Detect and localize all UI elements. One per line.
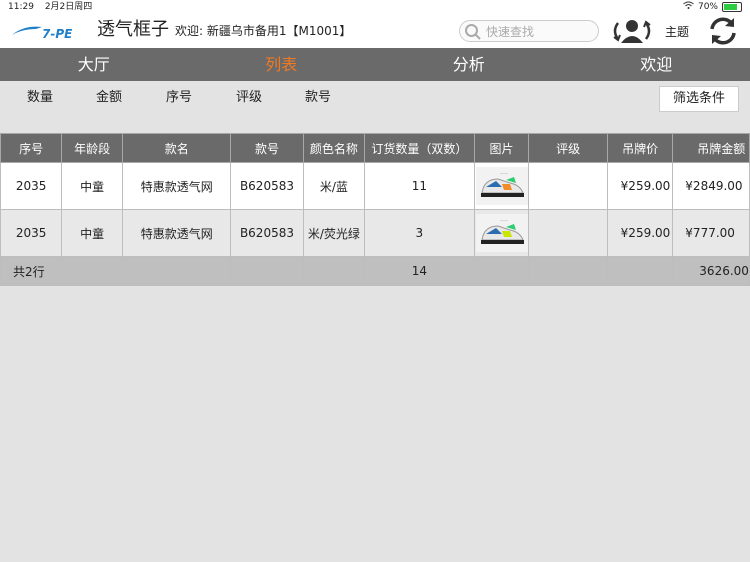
- sort-sequence[interactable]: 序号: [166, 90, 192, 106]
- cell-rating[interactable]: [528, 162, 608, 210]
- tab-lobby[interactable]: 大厅: [0, 48, 188, 81]
- welcome-text: 欢迎: 新疆乌市备用1【M1001】: [175, 24, 352, 38]
- sort-style-code[interactable]: 款号: [305, 90, 331, 106]
- cell-name: 特惠款透气网: [122, 162, 232, 210]
- cell-qty: 3: [364, 209, 475, 257]
- search-box[interactable]: [459, 20, 599, 42]
- sort-amount[interactable]: 金额: [96, 90, 122, 106]
- total-amount: 3626.00: [672, 256, 750, 286]
- header-image[interactable]: 图片: [473, 133, 530, 163]
- shoe-thumbnail[interactable]: ——: [475, 214, 528, 252]
- status-time: 11:29: [8, 2, 34, 12]
- table-row[interactable]: 2035 中童 特惠款透气网 B620583 米/荧光绿 3 —— ¥259.0…: [0, 209, 750, 257]
- status-date: 2月2日周四: [44, 2, 93, 12]
- tab-list[interactable]: 列表: [188, 48, 376, 81]
- status-bar: 11:29 2月2日周四 70%: [0, 0, 750, 14]
- svg-text:——: ——: [500, 218, 508, 223]
- cell-seq: 2035: [0, 209, 63, 257]
- header-name[interactable]: 款名: [122, 133, 232, 163]
- cell-amount: ¥777.00: [672, 209, 750, 257]
- header-price[interactable]: 吊牌价: [606, 133, 674, 163]
- shoe-thumbnail[interactable]: ——: [475, 167, 528, 205]
- svg-text:——: ——: [500, 171, 508, 176]
- filter-button[interactable]: 筛选条件: [659, 86, 739, 112]
- cell-image[interactable]: ——: [473, 209, 530, 257]
- total-qty: 14: [364, 256, 475, 286]
- sort-bar: 数量 金额 序号 评级 款号: [0, 81, 750, 115]
- header-seq[interactable]: 序号: [0, 133, 63, 163]
- sort-rating[interactable]: 评级: [236, 90, 262, 106]
- table-total-row: 共2行 14 3626.00: [0, 256, 750, 286]
- tab-analysis[interactable]: 分析: [375, 48, 563, 81]
- header-rating[interactable]: 评级: [528, 133, 608, 163]
- cell-qty: 11: [364, 162, 475, 210]
- main-nav: 大厅 列表 分析 欢迎: [0, 48, 750, 81]
- cell-seq: 2035: [0, 162, 63, 210]
- cell-amount: ¥2849.00: [672, 162, 750, 210]
- header-age[interactable]: 年龄段: [61, 133, 124, 163]
- cell-code: B620583: [230, 209, 304, 257]
- header-qty[interactable]: 订货数量（双数）: [364, 133, 475, 163]
- cell-name: 特惠款透气网: [122, 209, 232, 257]
- table-header-row: 序号 年龄段 款名 款号 颜色名称 订货数量（双数） 图片 评级 吊牌价 吊牌金…: [0, 133, 750, 163]
- header-amount[interactable]: 吊牌金额: [672, 133, 750, 163]
- cell-price: ¥259.00: [606, 209, 674, 257]
- cell-price: ¥259.00: [606, 162, 674, 210]
- order-table: 序号 年龄段 款名 款号 颜色名称 订货数量（双数） 图片 评级 吊牌价 吊牌金…: [0, 133, 750, 286]
- refresh-icon[interactable]: [707, 16, 739, 46]
- cell-color: 米/荧光绿: [302, 209, 366, 257]
- cell-color: 米/蓝: [302, 162, 366, 210]
- search-input[interactable]: [484, 23, 598, 41]
- tab-welcome[interactable]: 欢迎: [563, 48, 750, 81]
- brand-logo: 7-PE: [12, 26, 73, 41]
- sort-quantity[interactable]: 数量: [27, 90, 53, 106]
- battery-icon: [722, 2, 742, 12]
- header-code[interactable]: 款号: [230, 133, 304, 163]
- wifi-icon: [683, 0, 694, 14]
- page-title: 透气框子: [97, 19, 169, 40]
- cell-code: B620583: [230, 162, 304, 210]
- switch-user-icon[interactable]: [609, 17, 655, 45]
- total-label: 共2行: [0, 256, 63, 286]
- battery-percent: 70%: [697, 2, 718, 12]
- cell-age: 中童: [61, 162, 124, 210]
- theme-button[interactable]: 主题: [665, 25, 689, 39]
- cell-image[interactable]: ——: [473, 162, 530, 210]
- cell-age: 中童: [61, 209, 124, 257]
- header-color[interactable]: 颜色名称: [302, 133, 366, 163]
- table-row[interactable]: 2035 中童 特惠款透气网 B620583 米/蓝 11 —— ¥259.00…: [0, 162, 750, 210]
- app-header: 7-PE 透气框子 欢迎: 新疆乌市备用1【M1001】 主题: [0, 14, 750, 48]
- cell-rating[interactable]: [528, 209, 608, 257]
- logo-text: 7-PE: [42, 27, 73, 41]
- search-icon: [465, 24, 481, 40]
